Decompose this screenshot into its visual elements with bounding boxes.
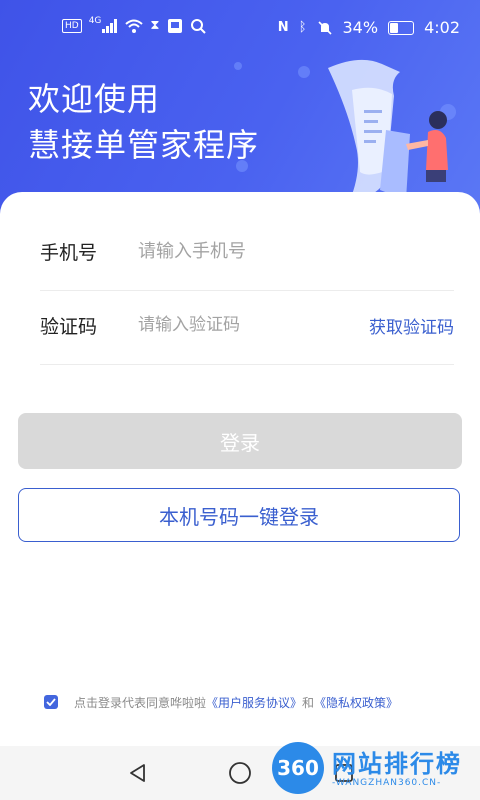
battery-icon <box>388 20 415 35</box>
one-key-login-button[interactable]: 本机号码一键登录 <box>18 488 460 542</box>
home-circle-icon <box>229 762 251 784</box>
back-button[interactable] <box>124 759 152 787</box>
get-code-button[interactable]: 获取验证码 <box>369 313 454 338</box>
hd-icon: HD <box>62 19 82 33</box>
decor-dot <box>234 62 242 70</box>
agreement-prefix: 点击登录代表同意哗啦啦 <box>74 695 207 710</box>
check-icon <box>46 698 56 706</box>
code-input[interactable] <box>136 314 369 336</box>
nfc-icon: N <box>277 19 289 35</box>
clock: 4:02 <box>424 18 460 37</box>
code-row: 验证码 获取验证码 <box>40 286 454 365</box>
code-label: 验证码 <box>40 315 98 338</box>
agreement-row: 点击登录代表同意哗啦啦 《用户服务协议》 和 《隐私权政策》 <box>44 692 464 712</box>
watermark-title: 网站排行榜 <box>332 750 462 778</box>
phone-label: 手机号 <box>40 241 98 264</box>
status-bar: HD 4G ⧗ N ᛒ 34% 4:02 <box>0 0 480 56</box>
agreement-checkbox[interactable] <box>44 695 58 709</box>
home-button[interactable] <box>226 759 254 787</box>
welcome-line-2: 慧接单管家程序 <box>28 126 260 164</box>
signal-icon <box>102 19 118 33</box>
phone-row: 手机号 <box>40 212 454 291</box>
user-agreement-link[interactable]: 《用户服务协议》 <box>206 694 302 711</box>
privacy-policy-link[interactable]: 《隐私权政策》 <box>314 694 398 711</box>
phone-input[interactable] <box>136 239 454 263</box>
wifi-icon <box>125 19 144 33</box>
battery-percent: 34% <box>342 18 379 37</box>
bluetooth-icon: ᛒ <box>298 19 307 35</box>
app-notification-icon <box>167 19 182 33</box>
decor-dot <box>236 160 248 172</box>
agreement-and: 和 <box>302 695 315 710</box>
search-notification-icon <box>190 19 206 34</box>
mute-icon <box>317 20 332 35</box>
watermark-logo: 360 网站排行榜 -WANGZHAN360.CN- <box>272 738 480 800</box>
watermark-360-badge: 360 <box>272 742 324 794</box>
login-card: 手机号 验证码 获取验证码 登录 本机号码一键登录 点击登录代表同意哗啦啦 《用… <box>0 192 480 800</box>
back-triangle-icon <box>130 764 145 782</box>
hourglass-icon: ⧗ <box>150 18 160 33</box>
watermark-subtitle: -WANGZHAN360.CN- <box>332 778 442 788</box>
network-type: 4G <box>88 16 102 26</box>
welcome-line-1: 欢迎使用 <box>28 80 161 118</box>
welcome-title: 欢迎使用 慧接单管家程序 <box>28 76 259 168</box>
login-button[interactable]: 登录 <box>18 413 462 469</box>
